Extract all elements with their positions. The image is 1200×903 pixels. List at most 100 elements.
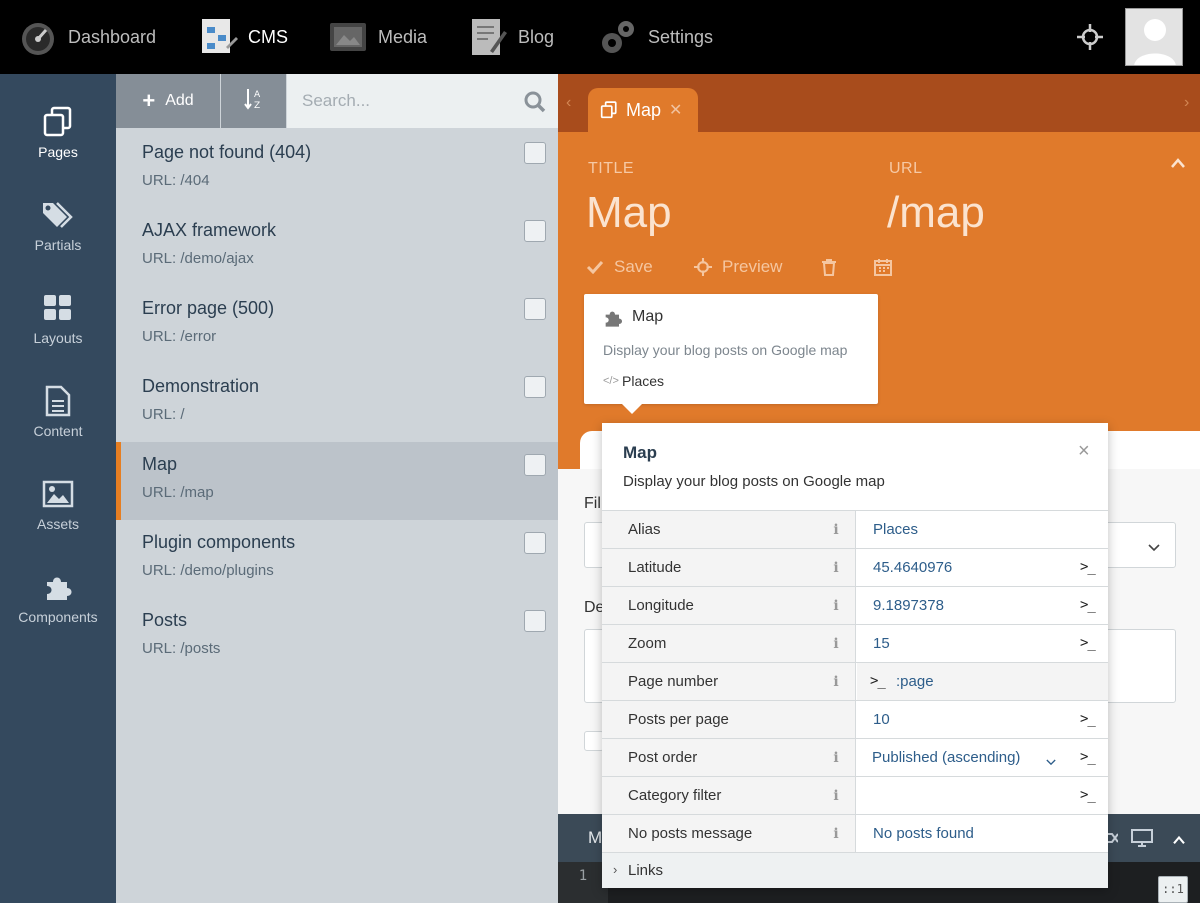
inspector-description: Display your blog posts on Google map — [623, 473, 885, 490]
chevron-up-icon[interactable] — [1172, 832, 1186, 850]
property-name: Category filter — [602, 777, 856, 814]
code-icon: </> — [603, 375, 619, 387]
blog-icon — [468, 17, 508, 57]
sidebar-item-content[interactable]: Content — [0, 369, 116, 459]
page-checkbox[interactable] — [524, 532, 546, 554]
page-checkbox[interactable] — [524, 220, 546, 242]
terminal-icon[interactable]: >_ — [1080, 625, 1096, 662]
property-value-field[interactable] — [857, 625, 1108, 662]
sort-button[interactable]: AZ — [221, 74, 286, 128]
crosshair-icon — [694, 258, 712, 276]
page-checkbox[interactable] — [524, 376, 546, 398]
terminal-icon[interactable]: >_ — [1080, 587, 1096, 624]
terminal-icon[interactable]: >_ — [1080, 549, 1096, 586]
component-inspector-popup: Map Display your blog posts on Google ma… — [602, 423, 1108, 888]
preview-label: Preview — [722, 257, 783, 276]
info-icon[interactable]: i — [831, 788, 841, 804]
hidden-checkbox[interactable] — [584, 731, 604, 751]
sidebar-item-pages[interactable]: Pages — [0, 90, 116, 180]
puzzle-icon — [603, 308, 623, 333]
page-checkbox[interactable] — [524, 298, 546, 320]
info-icon[interactable]: i — [831, 522, 841, 538]
property-value: No posts found — [873, 825, 974, 842]
chevron-up-icon[interactable] — [1170, 156, 1186, 174]
monitor-icon[interactable] — [1131, 829, 1153, 852]
page-checkbox[interactable] — [524, 454, 546, 476]
info-icon[interactable]: i — [831, 674, 841, 690]
info-icon[interactable]: i — [831, 598, 841, 614]
search-input[interactable] — [302, 88, 512, 114]
page-row-posts[interactable]: Posts URL: /posts — [116, 598, 558, 676]
links-group-toggle[interactable]: › Links — [602, 853, 1108, 888]
chevron-down-icon — [1046, 753, 1056, 771]
close-tab-icon[interactable]: ✕ — [669, 100, 682, 120]
svg-text:A: A — [254, 90, 261, 100]
info-icon[interactable]: i — [831, 560, 841, 576]
page-row-map[interactable]: Map URL: /map — [116, 442, 558, 520]
delete-button[interactable] — [821, 256, 847, 278]
search-icon[interactable] — [524, 91, 546, 113]
page-row-ajax[interactable]: AJAX framework URL: /demo/ajax — [116, 208, 558, 286]
editor-header: ‹ › Map ✕ TITLE Map URL /map Save Previe… — [558, 74, 1200, 469]
nav-settings-label: Settings — [648, 26, 714, 47]
top-navigation: Dashboard CMS Media Blog Settings — [0, 0, 1200, 74]
settings-gears-icon — [598, 17, 638, 57]
map-component-card[interactable]: Map Display your blog posts on Google ma… — [584, 294, 878, 414]
component-card-description: Display your blog posts on Google map — [603, 342, 848, 358]
property-value: 10 — [873, 711, 890, 728]
page-url: URL: / — [142, 406, 185, 423]
page-row-error[interactable]: Error page (500) URL: /error — [116, 286, 558, 364]
editor-tabstrip: ‹ › Map ✕ — [558, 74, 1200, 132]
trash-icon — [821, 258, 837, 276]
sidebar-item-partials[interactable]: Partials — [0, 183, 116, 273]
nav-media[interactable]: Media — [328, 0, 427, 74]
add-page-label: Add — [165, 92, 194, 109]
property-value-field[interactable] — [857, 663, 1108, 700]
nav-cms[interactable]: CMS — [198, 0, 288, 74]
title-field-label: TITLE — [588, 160, 635, 177]
terminal-icon[interactable]: >_ — [1080, 777, 1096, 814]
nav-blog[interactable]: Blog — [468, 0, 554, 74]
page-checkbox[interactable] — [524, 142, 546, 164]
page-row-demonstration[interactable]: Demonstration URL: / — [116, 364, 558, 442]
tab-scroll-right-icon[interactable]: › — [1184, 94, 1189, 112]
info-icon[interactable]: i — [831, 636, 841, 652]
save-button[interactable]: Save — [586, 256, 653, 278]
sidebar-item-label: Content — [33, 423, 83, 439]
property-value-field[interactable] — [857, 701, 1108, 738]
nav-dashboard[interactable]: Dashboard — [18, 0, 156, 74]
terminal-icon[interactable]: >_ — [1080, 701, 1096, 738]
close-icon[interactable]: × — [1078, 441, 1094, 461]
svg-text:Z: Z — [254, 101, 260, 111]
tab-map[interactable]: Map ✕ — [588, 88, 698, 132]
page-url: URL: /demo/ajax — [142, 250, 254, 267]
sidebar-item-assets[interactable]: Assets — [0, 462, 116, 552]
terminal-icon[interactable]: >_ — [870, 663, 886, 700]
media-icon — [328, 17, 368, 57]
nav-settings[interactable]: Settings — [598, 0, 713, 74]
title-field-value[interactable]: Map — [586, 188, 672, 238]
preview-button[interactable]: Preview — [694, 256, 782, 278]
nav-blog-label: Blog — [518, 26, 555, 47]
crosshair-icon[interactable] — [1077, 24, 1103, 50]
property-value: 9.1897378 — [873, 597, 944, 614]
page-row-plugin-components[interactable]: Plugin components URL: /demo/plugins — [116, 520, 558, 598]
info-icon[interactable]: i — [831, 826, 841, 842]
pages-icon — [600, 101, 618, 119]
page-url: URL: /map — [142, 484, 214, 501]
sidebar-item-layouts[interactable]: Layouts — [0, 276, 116, 366]
user-avatar[interactable] — [1125, 8, 1183, 66]
property-row-post-order: Post order i Published (ascending) >_ — [602, 739, 1108, 777]
schedule-button[interactable] — [874, 256, 902, 278]
url-field-value[interactable]: /map — [887, 188, 985, 238]
add-page-button[interactable]: + Add — [116, 74, 220, 128]
tab-scroll-left-icon[interactable]: ‹ — [566, 94, 571, 112]
info-icon[interactable]: i — [831, 750, 841, 766]
page-checkbox[interactable] — [524, 610, 546, 632]
terminal-icon[interactable]: >_ — [1080, 739, 1096, 776]
page-row-404[interactable]: Page not found (404) URL: /404 — [116, 130, 558, 208]
pages-list-panel: + Add AZ Page not found (404) URL: /404 … — [116, 74, 558, 903]
components-puzzle-icon — [40, 569, 76, 605]
property-value-field[interactable] — [857, 777, 1108, 814]
sidebar-item-components[interactable]: Components — [0, 555, 116, 645]
